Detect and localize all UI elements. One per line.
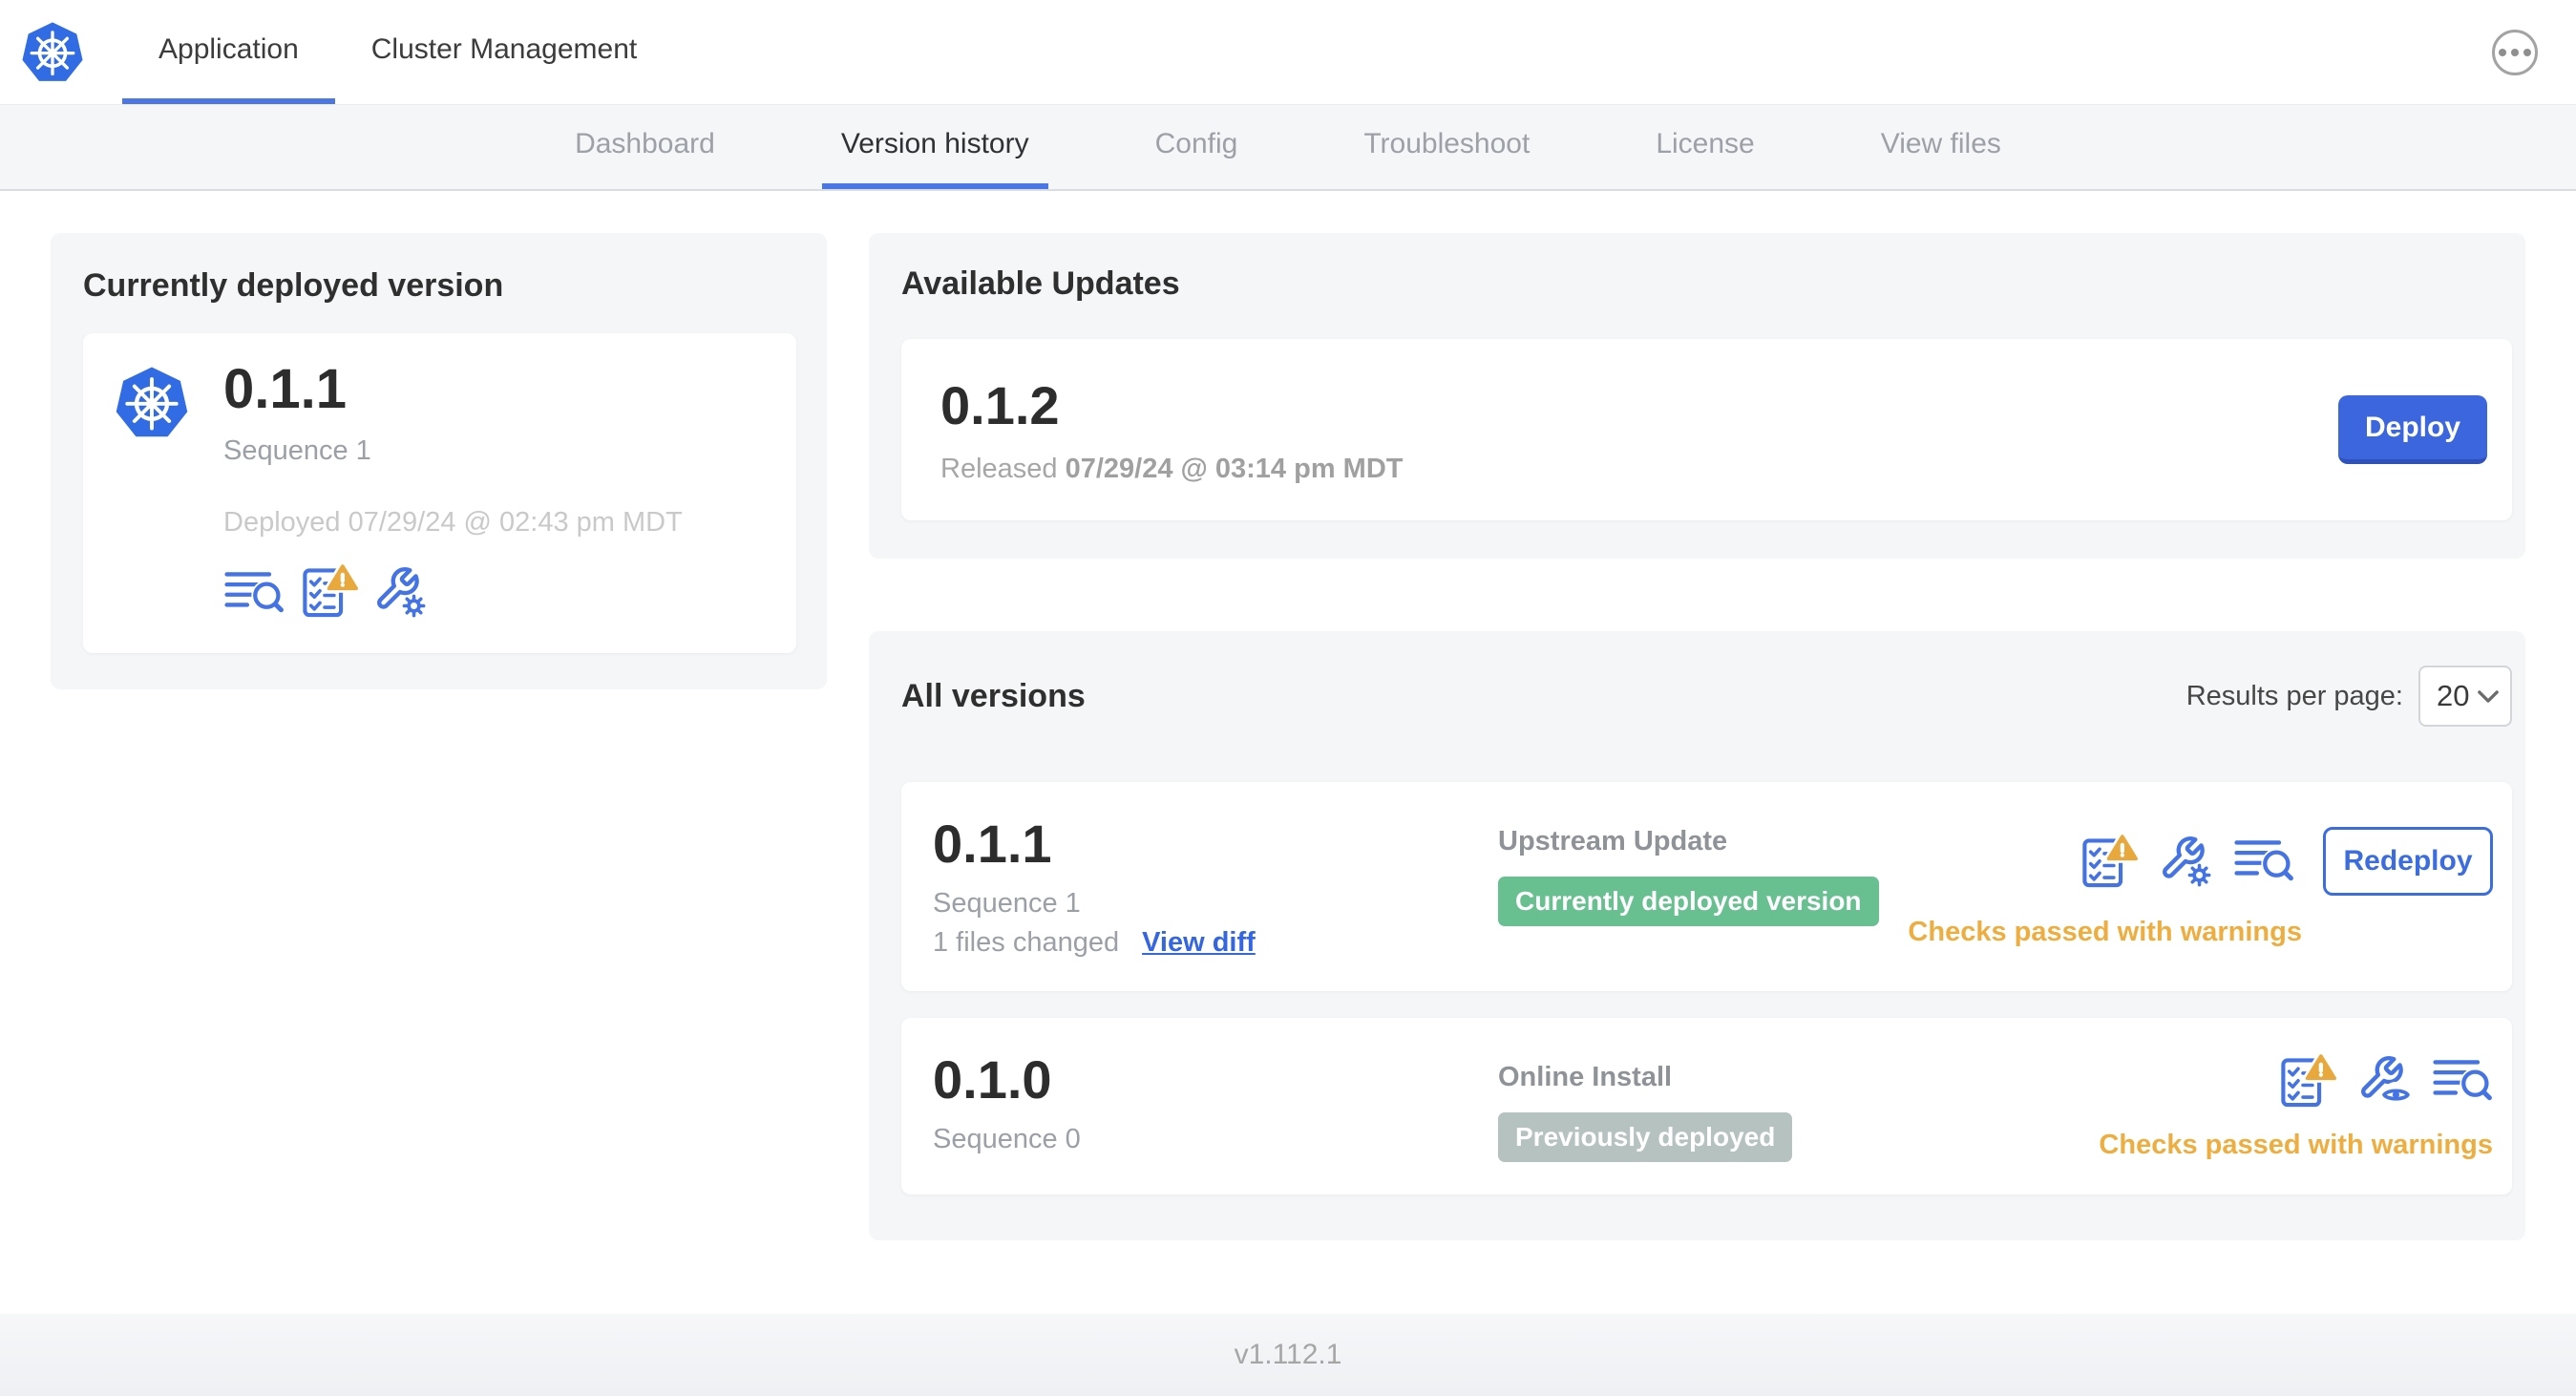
version-actions-column: Redeploy Checks passed with warnings xyxy=(1908,816,2493,959)
tab-license[interactable]: License xyxy=(1636,105,1773,189)
tab-license-label: License xyxy=(1656,128,1755,159)
config-wrench-gear-icon[interactable] xyxy=(373,565,427,619)
redeploy-button[interactable]: Redeploy xyxy=(2323,826,2493,896)
currently-deployed-card: Currently deployed version 0.1.1 Sequenc… xyxy=(51,233,827,689)
tab-cluster-management-label: Cluster Management xyxy=(370,32,638,65)
deployed-version-number: 0.1.1 xyxy=(223,358,347,420)
tab-troubleshoot[interactable]: Troubleshoot xyxy=(1344,105,1549,189)
results-per-page: Results per page: 20 xyxy=(2186,666,2512,727)
available-updates-card: Available Updates 0.1.2 Released 07/29/2… xyxy=(869,233,2525,559)
deployed-version-panel: 0.1.1 Sequence 1 Deployed 07/29/24 @ 02:… xyxy=(83,333,796,653)
preflight-status-text: Checks passed with warnings xyxy=(1908,916,2302,947)
tab-version-history-label: Version history xyxy=(840,128,1029,159)
released-date: 07/29/24 @ 03:14 pm MDT xyxy=(1065,454,1404,484)
tab-dashboard-label: Dashboard xyxy=(575,128,715,159)
version-info-column: 0.1.1 Sequence 1 1 files changed View di… xyxy=(933,814,1498,959)
previously-deployed-badge: Previously deployed xyxy=(1498,1111,1793,1162)
tab-application[interactable]: Application xyxy=(122,0,335,104)
all-versions-header: All versions Results per page: 20 xyxy=(901,666,2512,727)
tab-cluster-management[interactable]: Cluster Management xyxy=(335,0,673,104)
results-per-page-value: 20 xyxy=(2437,679,2470,712)
all-versions-card: All versions Results per page: 20 0.1.1 … xyxy=(869,631,2525,1240)
available-updates-title: Available Updates xyxy=(901,265,1180,302)
main-content: Currently deployed version 0.1.1 Sequenc… xyxy=(0,191,2576,1314)
release-notes-icon[interactable] xyxy=(2432,1055,2493,1107)
currently-deployed-badge: Currently deployed version xyxy=(1498,877,1879,926)
version-actions-column: Checks passed with warnings xyxy=(2099,1052,2493,1162)
tab-version-history[interactable]: Version history xyxy=(821,105,1048,189)
preflight-checks-warning-icon[interactable] xyxy=(2080,834,2138,889)
all-versions-title: All versions xyxy=(901,677,1086,714)
deploy-button[interactable]: Deploy xyxy=(2338,395,2487,464)
preflight-status-text: Checks passed with warnings xyxy=(2099,1129,2493,1160)
config-wrench-gear-icon[interactable] xyxy=(2159,835,2212,888)
deployed-action-icons xyxy=(223,563,683,619)
app-footer: v1.112.1 xyxy=(0,1314,2576,1396)
version-action-icons xyxy=(2278,1053,2493,1109)
update-info: 0.1.2 Released 07/29/24 @ 03:14 pm MDT xyxy=(940,374,1403,485)
console-version: v1.112.1 xyxy=(1234,1339,1342,1370)
app-kubernetes-icon xyxy=(115,366,189,440)
released-label: Released xyxy=(940,454,1058,484)
ellipsis-icon xyxy=(2499,48,2506,56)
tab-application-label: Application xyxy=(158,32,299,65)
tab-view-files-label: View files xyxy=(1880,128,2001,159)
version-row-0-1-1: 0.1.1 Sequence 1 1 files changed View di… xyxy=(901,782,2512,991)
release-notes-icon[interactable] xyxy=(223,567,285,619)
results-per-page-label: Results per page: xyxy=(2185,680,2403,711)
product-tabs: Application Cluster Management xyxy=(122,0,673,104)
release-notes-icon[interactable] xyxy=(2233,835,2294,887)
config-wrench-eye-icon[interactable] xyxy=(2357,1054,2411,1108)
more-menu-button[interactable] xyxy=(2492,29,2538,75)
app-subnav: Dashboard Version history Config Trouble… xyxy=(0,105,2576,191)
version-source-column: Online Install Previously deployed xyxy=(1498,1052,2099,1162)
chevron-down-icon xyxy=(2478,689,2499,703)
version-source: Online Install xyxy=(1498,1061,1673,1092)
update-released-line: Released 07/29/24 @ 03:14 pm MDT xyxy=(940,454,1403,485)
version-info-column: 0.1.0 Sequence 0 xyxy=(933,1048,1498,1162)
tab-view-files[interactable]: View files xyxy=(1862,105,2020,189)
update-version-number: 0.1.2 xyxy=(940,375,1060,435)
preflight-checks-warning-icon[interactable] xyxy=(300,563,358,619)
version-row-0-1-0: 0.1.0 Sequence 0 Online Install Previous… xyxy=(901,1017,2512,1195)
deployed-version-info: 0.1.1 Sequence 1 Deployed 07/29/24 @ 02:… xyxy=(223,358,683,619)
update-row: 0.1.2 Released 07/29/24 @ 03:14 pm MDT D… xyxy=(901,339,2512,520)
version-sequence: Sequence 0 xyxy=(933,1123,1081,1154)
version-number: 0.1.1 xyxy=(933,814,1052,874)
tab-config-label: Config xyxy=(1154,128,1238,159)
right-column: Available Updates 0.1.2 Released 07/29/2… xyxy=(869,233,2525,1240)
results-per-page-select[interactable]: 20 xyxy=(2418,666,2512,727)
files-changed-label: 1 files changed xyxy=(933,926,1120,958)
version-source: Upstream Update xyxy=(1498,826,1728,857)
files-changed-line: 1 files changed View diff xyxy=(933,927,1498,959)
view-diff-link[interactable]: View diff xyxy=(1142,927,1256,959)
tab-troubleshoot-label: Troubleshoot xyxy=(1363,128,1531,159)
preflight-checks-warning-icon[interactable] xyxy=(2278,1053,2336,1109)
version-action-icons: Redeploy xyxy=(2080,826,2493,896)
tab-dashboard[interactable]: Dashboard xyxy=(556,105,734,189)
deployed-sequence: Sequence 1 xyxy=(223,434,371,466)
version-number: 0.1.0 xyxy=(933,1048,1052,1110)
deployed-timestamp: Deployed 07/29/24 @ 02:43 pm MDT xyxy=(223,506,683,538)
top-navbar: Application Cluster Management xyxy=(0,0,2576,105)
version-sequence: Sequence 1 xyxy=(933,887,1081,919)
kubernetes-logo-icon xyxy=(21,20,84,83)
tab-config[interactable]: Config xyxy=(1136,105,1257,189)
version-source-column: Upstream Update Currently deployed versi… xyxy=(1498,816,1908,959)
currently-deployed-title: Currently deployed version xyxy=(83,267,504,304)
